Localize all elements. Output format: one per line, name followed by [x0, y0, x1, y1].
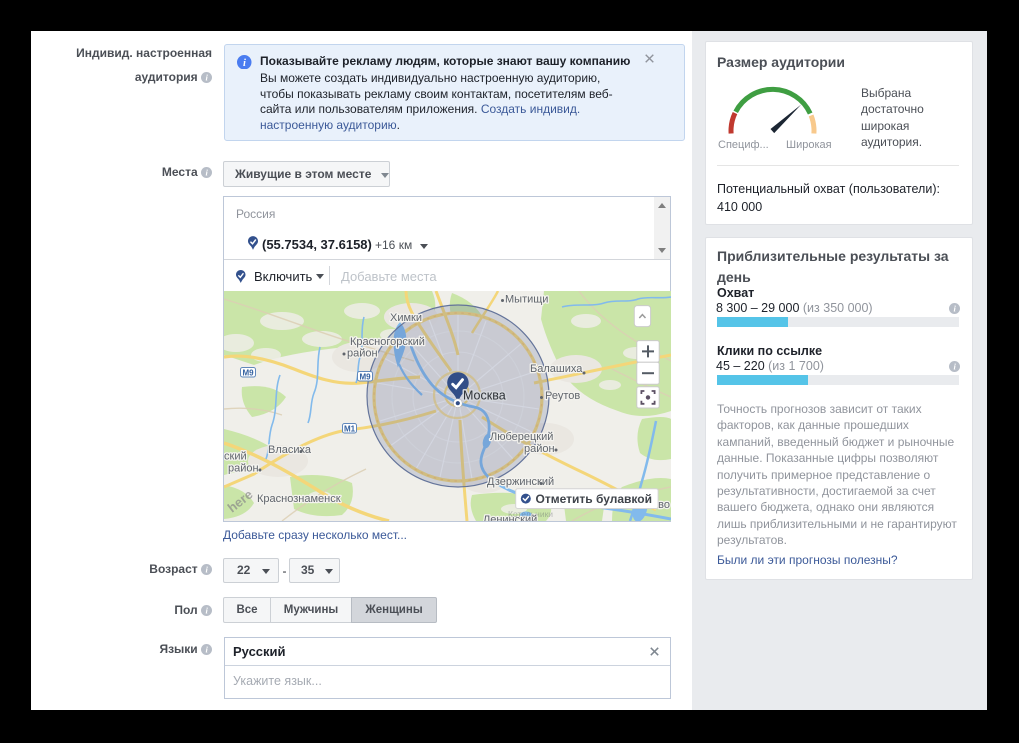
svg-text:Власиха: Власиха [268, 444, 312, 456]
svg-text:район.: район. [228, 463, 262, 475]
svg-text:Люберецкий: Люберецкий [490, 431, 553, 443]
svg-text:район: район [347, 348, 378, 360]
svg-text:Химки: Химки [390, 312, 422, 324]
svg-text:Москва: Москва [463, 389, 506, 403]
svg-text:цовский: цовский [224, 451, 247, 463]
svg-text:Балашиха: Балашиха [530, 363, 583, 375]
svg-text:Отметить булавкой: Отметить булавкой [536, 492, 652, 506]
svg-text:М1: М1 [344, 425, 356, 434]
svg-text:Дзержинский: Дзержинский [487, 476, 554, 488]
svg-text:Котельники: Котельники [508, 509, 553, 519]
svg-text:Реутов: Реутов [545, 390, 580, 402]
svg-text:М9: М9 [359, 373, 371, 382]
svg-text:район: район [524, 443, 555, 455]
svg-text:i: i [243, 58, 246, 69]
svg-text:Краснознаменск: Краснознаменск [257, 493, 341, 505]
svg-text:М9: М9 [242, 369, 254, 378]
svg-text:Красногорский: Красногорский [350, 336, 425, 348]
svg-text:Мытищи: Мытищи [505, 294, 548, 306]
